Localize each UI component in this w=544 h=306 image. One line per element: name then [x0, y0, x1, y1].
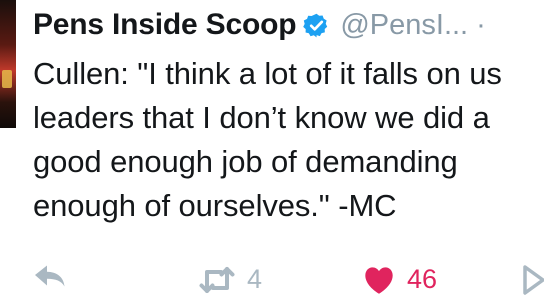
tweet-header: Pens Inside Scoop @PensI... · — [33, 5, 486, 45]
reply-icon — [35, 265, 65, 287]
tweet-actions: 4 46 — [0, 258, 544, 302]
heart-icon — [365, 266, 393, 294]
retweet-icon — [199, 266, 235, 293]
direct-message-button[interactable] — [523, 264, 544, 296]
retweet-button[interactable]: 4 — [199, 264, 262, 295]
like-count: 46 — [407, 264, 438, 294]
tweet-text: Cullen: "I think a lot of it falls on us… — [33, 56, 502, 223]
retweet-count: 4 — [247, 264, 263, 294]
author-handle[interactable]: @PensI... · — [340, 9, 485, 42]
reply-button[interactable] — [34, 264, 66, 288]
direct-message-icon — [523, 265, 544, 295]
avatar[interactable] — [0, 0, 16, 128]
verified-badge-icon — [303, 13, 328, 37]
author-name[interactable]: Pens Inside Scoop — [33, 8, 297, 42]
like-button[interactable]: 46 — [363, 264, 437, 295]
